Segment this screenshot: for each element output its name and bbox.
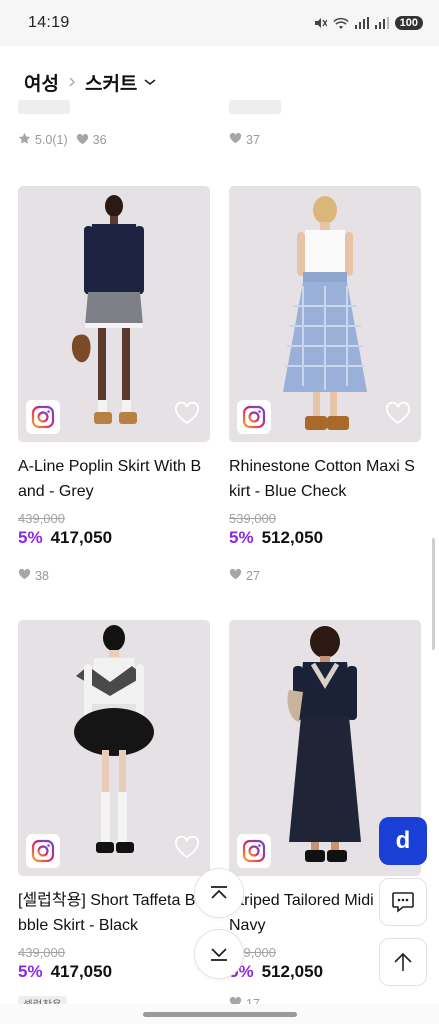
brand-logo-icon: d [395,827,411,854]
heart-icon [229,568,242,583]
signal-2-icon [374,17,389,29]
chevron-down-icon[interactable] [143,77,157,87]
discount-rate: 5% [18,528,43,547]
product-name[interactable]: Rhinestone Cotton Maxi Skirt - Blue Chec… [229,454,421,504]
heart-icon [18,568,31,583]
breadcrumb-current[interactable]: 스커트 [85,69,137,96]
status-time: 14:19 [28,14,70,31]
product-image[interactable] [18,620,210,876]
product-image[interactable] [229,186,421,442]
chat-button[interactable] [379,878,427,926]
chat-icon [392,892,414,913]
product-card[interactable]: Rhinestone Cotton Maxi Skirt - Blue Chec… [229,186,421,583]
celeb-badge-clipped [18,100,70,114]
sale-price: 512,050 [261,528,324,547]
arrow-up-icon [394,952,412,971]
wishlist-heart-icon[interactable] [174,835,200,864]
sale-price: 417,050 [50,962,113,981]
product-name[interactable]: [셀럽착용] Short Taffeta Bubble Skirt - Blac… [18,888,210,938]
chevron-down-bar-icon [211,948,227,961]
signal-icon [354,17,369,29]
celeb-badge-clipped [229,100,281,114]
wishlist-heart-icon[interactable] [385,401,411,430]
original-price: 439,000 [18,511,65,526]
instagram-icon[interactable] [26,834,60,868]
likes-count: 36 [92,133,107,147]
instagram-icon[interactable] [237,834,271,868]
product-name[interactable]: A-Line Poplin Skirt With Band - Grey [18,454,210,504]
chevron-right-icon [67,76,77,88]
product-image[interactable] [18,186,210,442]
product-card[interactable]: A-Line Poplin Skirt With Band - Grey 439… [18,186,210,583]
original-price: 439,000 [18,945,65,960]
status-icons: 100 [313,16,423,30]
discount-rate: 5% [18,962,43,981]
price-row: 5% 417,050 [18,528,210,548]
original-price: 539,000 [229,511,276,526]
scroll-to-top-double-button[interactable] [194,868,244,918]
likes-count: 38 [35,568,49,583]
back-to-top-button[interactable] [379,938,427,986]
battery-indicator: 100 [394,16,423,30]
sale-price: 417,050 [50,528,113,547]
price-row: 5% 512,050 [229,528,421,548]
likes-count: 37 [246,132,260,147]
wishlist-heart-icon[interactable] [174,401,200,430]
heart-icon [76,133,89,148]
brand-app-button[interactable]: d [379,817,427,865]
scrollbar[interactable] [432,538,435,650]
likes-row: 37 [229,132,260,147]
wifi-icon [332,17,349,30]
discount-rate: 5% [229,528,254,547]
instagram-icon[interactable] [237,400,271,434]
product-card[interactable]: [셀럽착용] Short Taffeta Bubble Skirt - Blac… [18,620,210,1013]
gesture-nav-bar [0,1004,439,1024]
home-indicator[interactable] [142,1011,297,1017]
rating-text: 5.0(1) [35,133,68,147]
chevron-up-bar-icon [211,886,227,899]
rating-likes-row: 5.0(1) 36 [18,132,107,148]
sale-price: 512,050 [261,962,324,981]
star-icon [18,132,31,148]
instagram-icon[interactable] [26,400,60,434]
heart-icon [229,132,242,147]
price-row: 5% 417,050 [18,962,210,982]
status-bar: 14:19 100 [0,0,439,46]
mute-icon [313,16,327,30]
likes-row: 38 [18,568,210,583]
likes-row: 27 [229,568,421,583]
breadcrumb-root[interactable]: 여성 [24,69,59,96]
scroll-to-bottom-button[interactable] [194,929,244,979]
likes-count: 27 [246,568,260,583]
